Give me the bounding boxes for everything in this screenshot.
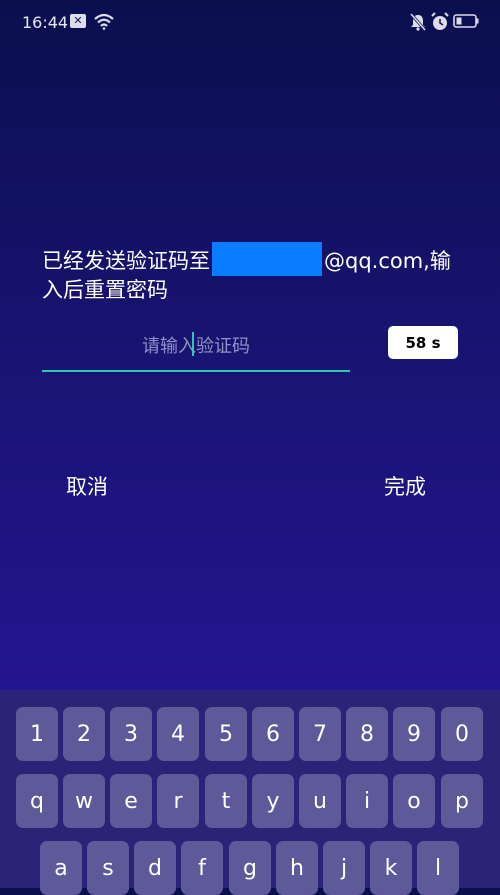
verification-message: 已经发送验证码至 @qq.com,输入后重置密码 <box>42 242 467 304</box>
message-prefix: 已经发送验证码至 <box>42 249 210 273</box>
key-8[interactable]: 8 <box>346 707 388 761</box>
keyboard: 1 2 3 4 5 6 7 8 9 0 q w e r t y u i o p … <box>0 690 500 895</box>
key-7[interactable]: 7 <box>299 707 341 761</box>
key-k[interactable]: k <box>370 841 412 895</box>
key-a[interactable]: a <box>40 841 82 895</box>
key-6[interactable]: 6 <box>252 707 294 761</box>
key-t[interactable]: t <box>205 774 247 828</box>
key-r[interactable]: r <box>157 774 199 828</box>
key-j[interactable]: j <box>323 841 365 895</box>
key-q[interactable]: q <box>16 774 58 828</box>
battery-icon <box>453 14 479 28</box>
wifi-icon <box>94 13 114 30</box>
key-l[interactable]: l <box>417 841 459 895</box>
key-4[interactable]: 4 <box>157 707 199 761</box>
cancel-button[interactable]: 取消 <box>60 470 114 502</box>
key-g[interactable]: g <box>229 841 271 895</box>
key-5[interactable]: 5 <box>205 707 247 761</box>
alarm-icon <box>431 12 449 30</box>
key-0[interactable]: 0 <box>441 707 483 761</box>
verification-code-input[interactable] <box>42 322 350 372</box>
key-w[interactable]: w <box>63 774 105 828</box>
key-3[interactable]: 3 <box>110 707 152 761</box>
status-bar: 16:44 ✕ <box>0 0 500 44</box>
done-button[interactable]: 完成 <box>378 470 432 502</box>
key-i[interactable]: i <box>346 774 388 828</box>
key-2[interactable]: 2 <box>63 707 105 761</box>
notification-icon: ✕ <box>70 14 86 28</box>
key-s[interactable]: s <box>87 841 129 895</box>
key-e[interactable]: e <box>110 774 152 828</box>
mute-icon <box>409 13 427 31</box>
key-h[interactable]: h <box>276 841 318 895</box>
key-f[interactable]: f <box>181 841 223 895</box>
key-o[interactable]: o <box>393 774 435 828</box>
text-cursor <box>192 332 194 356</box>
resend-timer-button[interactable]: 58 s <box>388 326 458 359</box>
status-time: 16:44 <box>22 13 69 32</box>
redacted-email <box>212 242 322 276</box>
key-u[interactable]: u <box>299 774 341 828</box>
key-1[interactable]: 1 <box>16 707 58 761</box>
key-y[interactable]: y <box>252 774 294 828</box>
key-d[interactable]: d <box>134 841 176 895</box>
key-9[interactable]: 9 <box>393 707 435 761</box>
key-p[interactable]: p <box>441 774 483 828</box>
